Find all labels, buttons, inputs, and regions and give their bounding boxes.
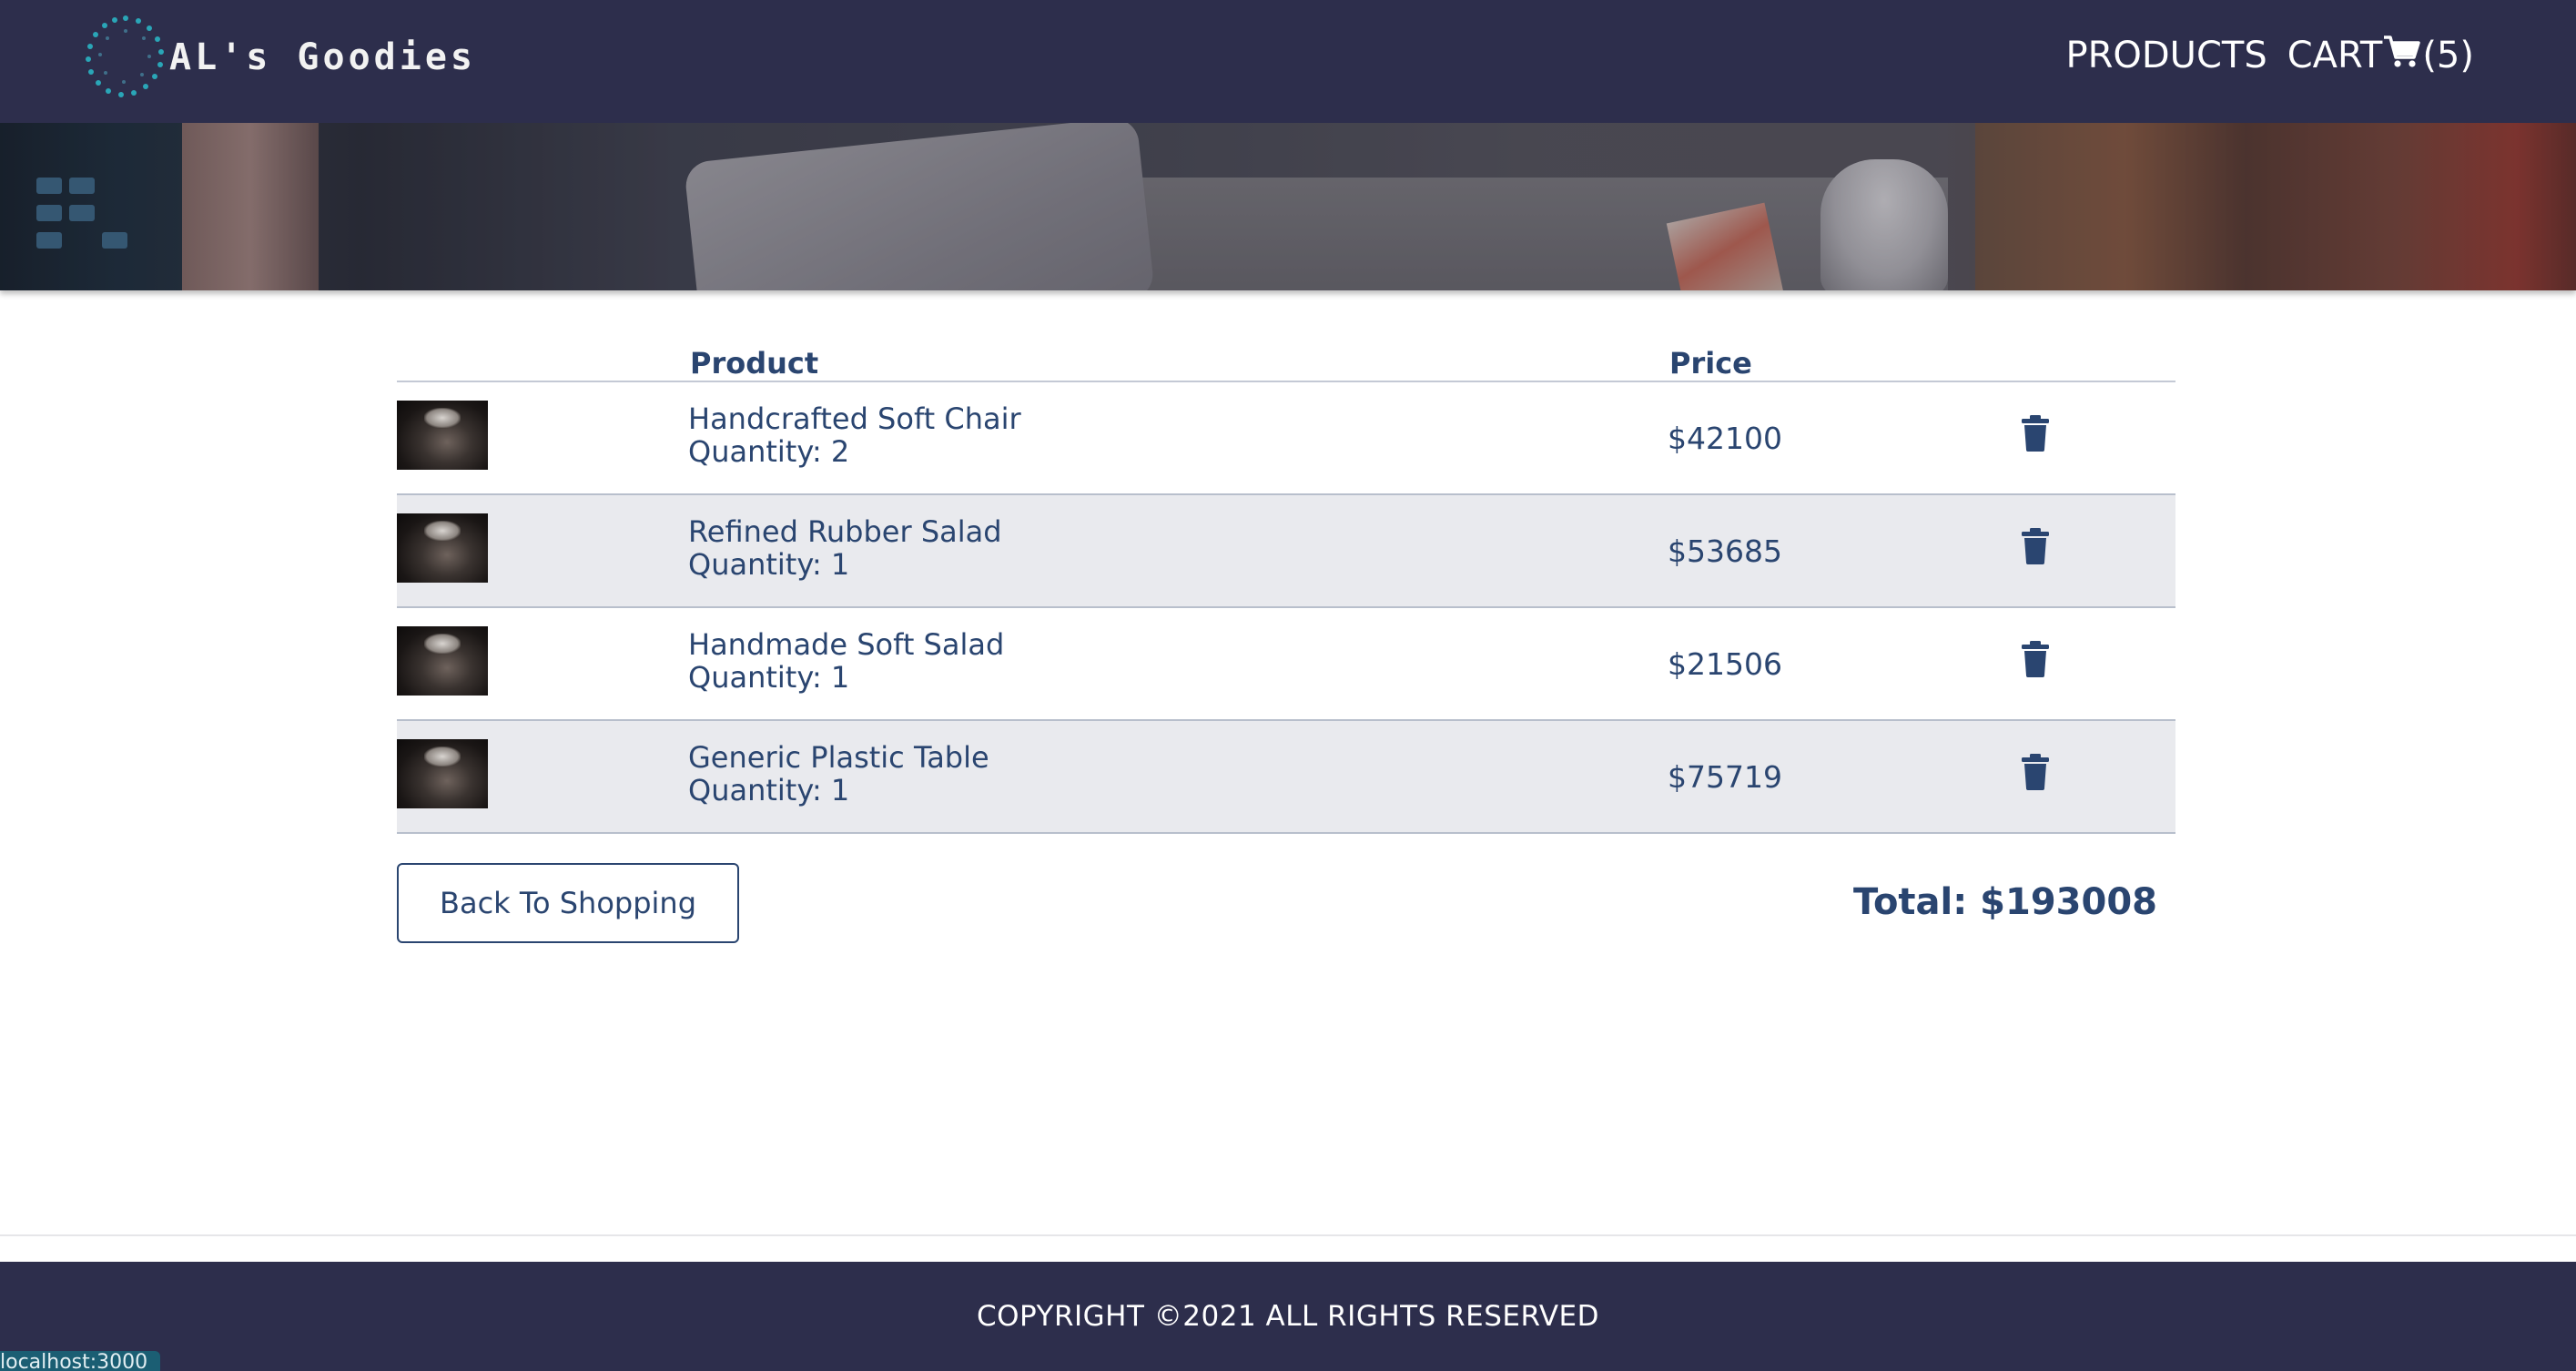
- nav-cart-link[interactable]: CART (5): [2287, 35, 2474, 76]
- column-header-product: Product: [690, 346, 819, 381]
- product-quantity: Quantity: 1: [688, 773, 850, 807]
- product-price: $21506: [1668, 646, 1782, 682]
- product-thumbnail: [397, 513, 488, 583]
- product-name: Handcrafted Soft Chair: [688, 401, 1021, 436]
- divider: [0, 1234, 2576, 1236]
- browser-status-url: localhost:3000: [0, 1351, 161, 1371]
- trash-icon[interactable]: [2021, 754, 2050, 790]
- column-header-price: Price: [1669, 346, 1752, 381]
- trash-icon[interactable]: [2021, 528, 2050, 564]
- copyright-text: COPYRIGHT ©2021 ALL RIGHTS RESERVED: [976, 1300, 1600, 1333]
- product-name: Handmade Soft Salad: [688, 627, 1005, 662]
- product-name: Refined Rubber Salad: [688, 514, 1002, 549]
- product-thumbnail: [397, 739, 488, 808]
- cart-table: Product Price Handcrafted Soft Chair Qua…: [397, 339, 2175, 834]
- product-quantity: Quantity: 2: [688, 434, 850, 469]
- product-price: $53685: [1668, 533, 1782, 569]
- shopping-cart-icon: [2384, 36, 2421, 67]
- hero-banner-image: [0, 123, 2576, 290]
- cart-count-badge: (5): [2422, 35, 2474, 76]
- cart-total: Total: $193008: [1852, 881, 2157, 923]
- product-thumbnail: [397, 626, 488, 696]
- product-thumbnail: [397, 401, 488, 470]
- cart-row: Handcrafted Soft Chair Quantity: 2 $4210…: [397, 382, 2175, 495]
- nav-products-link[interactable]: PRODUCTS: [2065, 35, 2267, 76]
- page-footer: COPYRIGHT ©2021 ALL RIGHTS RESERVED: [0, 1262, 2576, 1371]
- product-name: Generic Plastic Table: [688, 740, 989, 775]
- nav-cart-label: CART: [2287, 35, 2383, 76]
- top-nav: PRODUCTS CART (5): [2065, 35, 2474, 76]
- product-quantity: Quantity: 1: [688, 547, 850, 582]
- product-quantity: Quantity: 1: [688, 660, 850, 695]
- product-price: $75719: [1668, 759, 1782, 795]
- cart-row: Generic Plastic Table Quantity: 1 $75719: [397, 721, 2175, 834]
- dotted-circle-logo-icon[interactable]: [80, 11, 171, 104]
- trash-icon[interactable]: [2021, 415, 2050, 452]
- cart-table-header: Product Price: [397, 339, 2175, 382]
- brand-name[interactable]: AL's Goodies: [169, 36, 476, 78]
- cart-row: Refined Rubber Salad Quantity: 1 $53685: [397, 495, 2175, 608]
- app-header: AL's Goodies PRODUCTS CART (5): [0, 0, 2576, 123]
- back-to-shopping-button[interactable]: Back To Shopping: [397, 863, 739, 943]
- cart-row: Handmade Soft Salad Quantity: 1 $21506: [397, 608, 2175, 721]
- trash-icon[interactable]: [2021, 641, 2050, 677]
- product-price: $42100: [1668, 421, 1782, 456]
